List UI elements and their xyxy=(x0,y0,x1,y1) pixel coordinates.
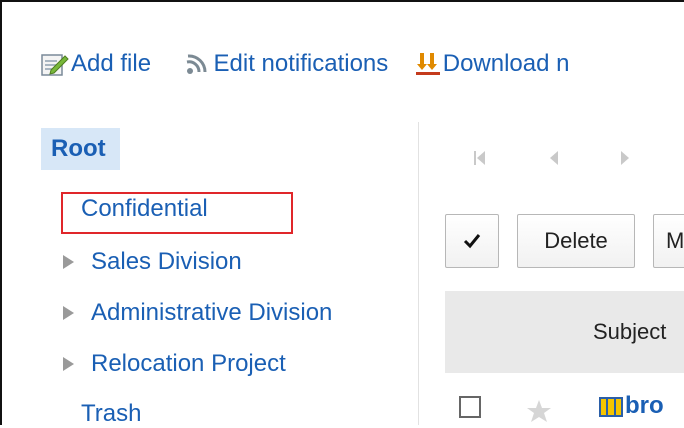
check-icon xyxy=(463,234,481,249)
prev-page-icon[interactable] xyxy=(548,148,560,168)
tree-item-sales-division[interactable]: Sales Division xyxy=(63,248,242,276)
add-file-icon xyxy=(41,54,69,76)
add-file-button[interactable]: Add file xyxy=(41,50,151,78)
tree-item-label: Relocation Project xyxy=(91,350,286,377)
pane-divider[interactable] xyxy=(418,122,419,425)
move-label: M xyxy=(666,228,684,253)
star-icon[interactable] xyxy=(526,399,552,423)
row-checkbox[interactable] xyxy=(459,396,481,418)
subject-column-header[interactable]: Subject xyxy=(593,319,666,345)
next-page-icon[interactable] xyxy=(619,148,631,168)
edit-notifications-button[interactable]: Edit notifications xyxy=(178,50,389,78)
edit-notifications-label: Edit notifications xyxy=(213,50,389,77)
expand-arrow-icon[interactable] xyxy=(63,357,74,371)
tree-item-relocation-project[interactable]: Relocation Project xyxy=(63,350,286,378)
tree-item-label: Administrative Division xyxy=(91,299,333,326)
file-icon xyxy=(599,397,623,417)
download-icon xyxy=(415,53,440,75)
row-file-link[interactable]: bro xyxy=(625,392,664,420)
select-all-button[interactable] xyxy=(445,214,499,268)
expand-arrow-icon[interactable] xyxy=(63,255,74,269)
table-header: Subject xyxy=(445,291,684,373)
tree-item-label: Sales Division xyxy=(91,248,242,275)
toolbar: Add file Edit notifications Download n xyxy=(41,50,591,80)
feed-icon xyxy=(186,54,207,74)
download-button[interactable]: Download n xyxy=(415,50,570,78)
delete-button[interactable]: Delete xyxy=(517,214,635,268)
add-file-label: Add file xyxy=(71,50,152,77)
tree-item-administrative-division[interactable]: Administrative Division xyxy=(63,299,332,327)
tree-item-label: Trash xyxy=(81,400,142,427)
tree-root[interactable]: Root xyxy=(41,128,120,170)
tree-item-trash[interactable]: Trash xyxy=(81,400,141,428)
folder-tree: Root Confidential Sales Division Adminis… xyxy=(41,128,391,427)
move-button[interactable]: M xyxy=(653,214,684,268)
first-page-icon[interactable] xyxy=(473,148,487,168)
tree-item-label: Confidential xyxy=(81,195,208,222)
expand-arrow-icon[interactable] xyxy=(63,306,74,320)
download-label: Download n xyxy=(442,50,570,77)
tree-item-confidential[interactable]: Confidential xyxy=(81,195,208,223)
delete-label: Delete xyxy=(544,228,608,253)
